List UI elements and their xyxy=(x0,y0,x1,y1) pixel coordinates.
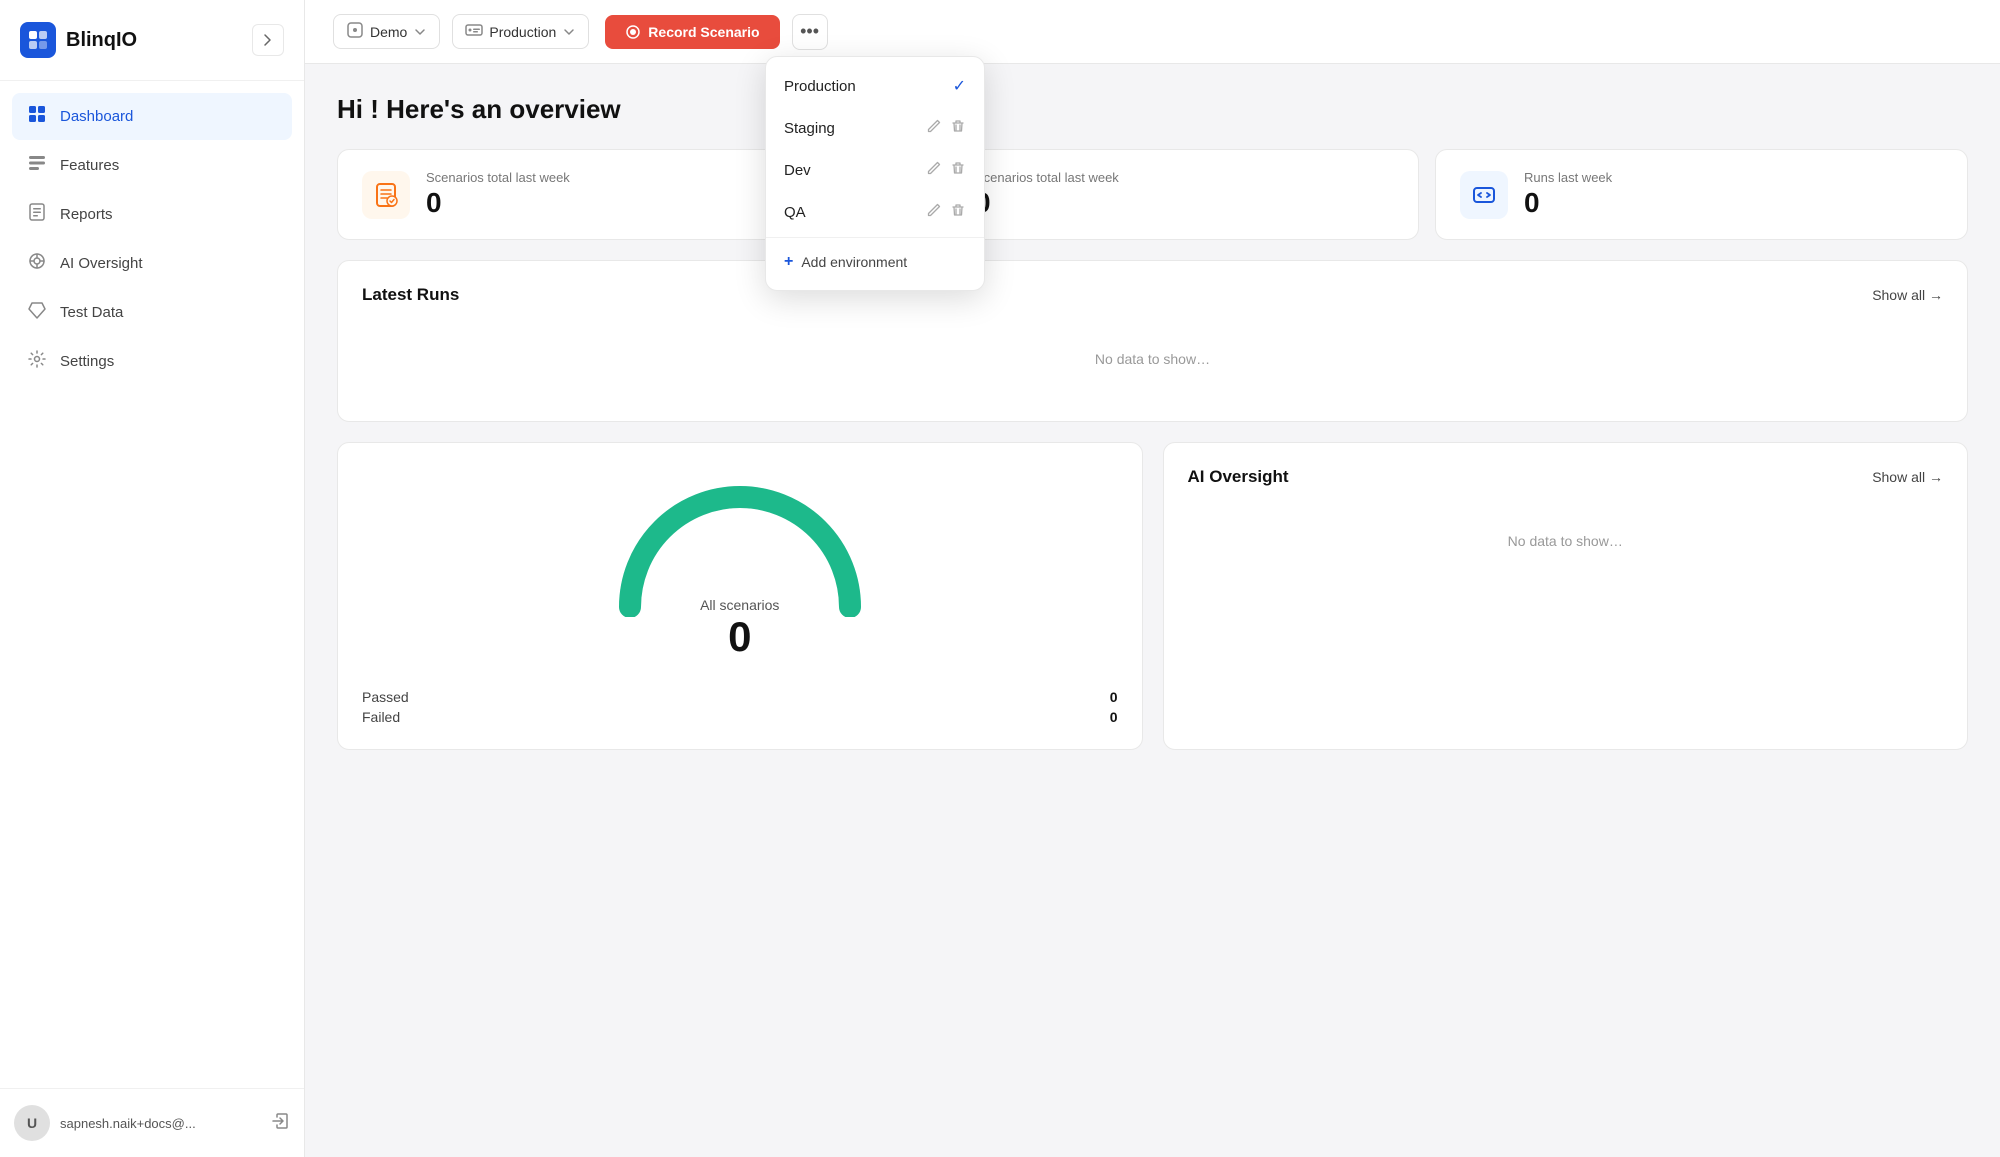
gauge-value: 0 xyxy=(700,613,779,661)
gauge-passed-label: Passed xyxy=(362,689,409,705)
ai-oversight-card: AI Oversight Show all → No data to show… xyxy=(1163,442,1969,750)
logout-icon[interactable] xyxy=(270,1111,290,1136)
sidebar-item-settings[interactable]: Settings xyxy=(12,338,292,385)
test-data-icon xyxy=(26,300,48,325)
gauge-stats: Passed 0 Failed 0 xyxy=(362,689,1118,725)
dropdown-item-staging[interactable]: Staging xyxy=(766,107,984,149)
sidebar-item-ai-oversight[interactable]: AI Oversight xyxy=(12,240,292,287)
gauge-label: All scenarios xyxy=(700,597,779,613)
dev-delete-icon[interactable] xyxy=(950,160,966,180)
sidebar-item-features[interactable]: Features xyxy=(12,142,292,189)
dropdown-item-production[interactable]: Production ✓ xyxy=(766,65,984,107)
production-check-icon: ✓ xyxy=(953,76,966,96)
sidebar-collapse-button[interactable] xyxy=(252,24,284,56)
features-icon xyxy=(26,153,48,178)
environment-selector[interactable]: Production xyxy=(452,14,589,49)
latest-runs-card: Latest Runs Show all → No data to show… xyxy=(337,260,1968,422)
latest-runs-show-all[interactable]: Show all → xyxy=(1872,287,1943,303)
ai-oversight-title: AI Oversight xyxy=(1188,467,1289,487)
stats-row: Scenarios total last week 0 Scenarios to… xyxy=(337,149,1968,240)
add-environment-button[interactable]: + Add environment xyxy=(766,242,984,282)
sidebar-logo: BlinqIO xyxy=(0,0,304,81)
settings-icon xyxy=(26,349,48,374)
sidebar-nav: Dashboard Features Reports xyxy=(0,81,304,1088)
dropdown-divider xyxy=(766,237,984,238)
latest-runs-header: Latest Runs Show all → xyxy=(362,285,1943,305)
more-icon: ••• xyxy=(800,21,819,42)
gauge-card: All scenarios 0 Passed 0 Failed 0 xyxy=(337,442,1143,750)
dropdown-qa-label: QA xyxy=(784,204,806,221)
stat-value-0: 0 xyxy=(426,187,570,219)
user-avatar: U xyxy=(14,1105,50,1141)
staging-edit-icon[interactable] xyxy=(926,118,942,138)
dropdown-item-dev[interactable]: Dev xyxy=(766,149,984,191)
sidebar-item-reports[interactable]: Reports xyxy=(12,191,292,238)
sidebar-item-features-label: Features xyxy=(60,157,119,174)
main-area: Demo Production xyxy=(305,0,2000,1157)
dropdown-dev-label: Dev xyxy=(784,162,811,179)
bottom-row: All scenarios 0 Passed 0 Failed 0 xyxy=(337,442,1968,750)
dropdown-item-qa[interactable]: QA xyxy=(766,191,984,233)
user-email: sapnesh.naik+docs@... xyxy=(60,1116,260,1131)
gauge-passed-value: 0 xyxy=(1110,689,1118,705)
dev-edit-icon[interactable] xyxy=(926,160,942,180)
record-icon xyxy=(625,24,641,40)
stat-card-2: Runs last week 0 xyxy=(1435,149,1968,240)
environment-dropdown: Production ✓ Staging Dev xyxy=(765,56,985,291)
gauge-wrap: All scenarios 0 xyxy=(362,467,1118,677)
gauge-passed-row: Passed 0 xyxy=(362,689,1118,705)
sidebar-item-dashboard[interactable]: Dashboard xyxy=(12,93,292,140)
gauge-svg xyxy=(610,477,870,617)
record-scenario-button[interactable]: Record Scenario xyxy=(605,15,779,49)
ai-oversight-icon xyxy=(26,251,48,276)
sidebar-footer: U sapnesh.naik+docs@... xyxy=(0,1088,304,1157)
dropdown-production-label: Production xyxy=(784,78,856,95)
stat-value-1: 0 xyxy=(975,187,1119,219)
staging-delete-icon[interactable] xyxy=(950,118,966,138)
ai-oversight-show-all[interactable]: Show all → xyxy=(1872,469,1943,485)
gauge-failed-label: Failed xyxy=(362,709,400,725)
env-icon xyxy=(465,21,483,42)
main-content: Hi ! Here's an overview Scenarios total … xyxy=(305,64,2000,1157)
page-title: Hi ! Here's an overview xyxy=(337,94,1968,125)
ai-oversight-header: AI Oversight Show all → xyxy=(1188,467,1944,487)
stat-label-0: Scenarios total last week xyxy=(426,170,570,185)
qa-edit-icon[interactable] xyxy=(926,202,942,222)
add-env-label: Add environment xyxy=(801,254,907,270)
record-btn-label: Record Scenario xyxy=(648,24,759,40)
sidebar: BlinqIO Dashboard xyxy=(0,0,305,1157)
env-label: Production xyxy=(489,24,556,40)
sidebar-item-dashboard-label: Dashboard xyxy=(60,108,133,125)
gauge-failed-value: 0 xyxy=(1110,709,1118,725)
workspace-label: Demo xyxy=(370,24,407,40)
workspace-chevron-icon xyxy=(413,25,427,39)
sidebar-item-test-data[interactable]: Test Data xyxy=(12,289,292,336)
stat-label-2: Runs last week xyxy=(1524,170,1612,185)
stat-label-1: Scenarios total last week xyxy=(975,170,1119,185)
env-chevron-icon xyxy=(562,25,576,39)
latest-runs-title: Latest Runs xyxy=(362,285,459,305)
qa-delete-icon[interactable] xyxy=(950,202,966,222)
app-name: BlinqIO xyxy=(66,29,137,52)
stat-icon-0 xyxy=(362,171,410,219)
sidebar-item-settings-label: Settings xyxy=(60,353,114,370)
more-options-button[interactable]: ••• xyxy=(792,14,828,50)
dashboard-icon xyxy=(26,104,48,129)
reports-icon xyxy=(26,202,48,227)
sidebar-item-reports-label: Reports xyxy=(60,206,113,223)
latest-runs-no-data: No data to show… xyxy=(362,321,1943,397)
workspace-icon xyxy=(346,21,364,42)
stat-icon-2 xyxy=(1460,171,1508,219)
app-logo-icon xyxy=(20,22,56,58)
workspace-selector[interactable]: Demo xyxy=(333,14,440,49)
sidebar-item-test-data-label: Test Data xyxy=(60,304,123,321)
dropdown-staging-label: Staging xyxy=(784,120,835,137)
gauge-failed-row: Failed 0 xyxy=(362,709,1118,725)
stat-value-2: 0 xyxy=(1524,187,1612,219)
sidebar-item-ai-oversight-label: AI Oversight xyxy=(60,255,143,272)
plus-icon: + xyxy=(784,253,793,271)
gauge-center: All scenarios 0 xyxy=(700,597,779,661)
ai-oversight-no-data: No data to show… xyxy=(1188,503,1944,579)
topbar: Demo Production xyxy=(305,0,2000,64)
